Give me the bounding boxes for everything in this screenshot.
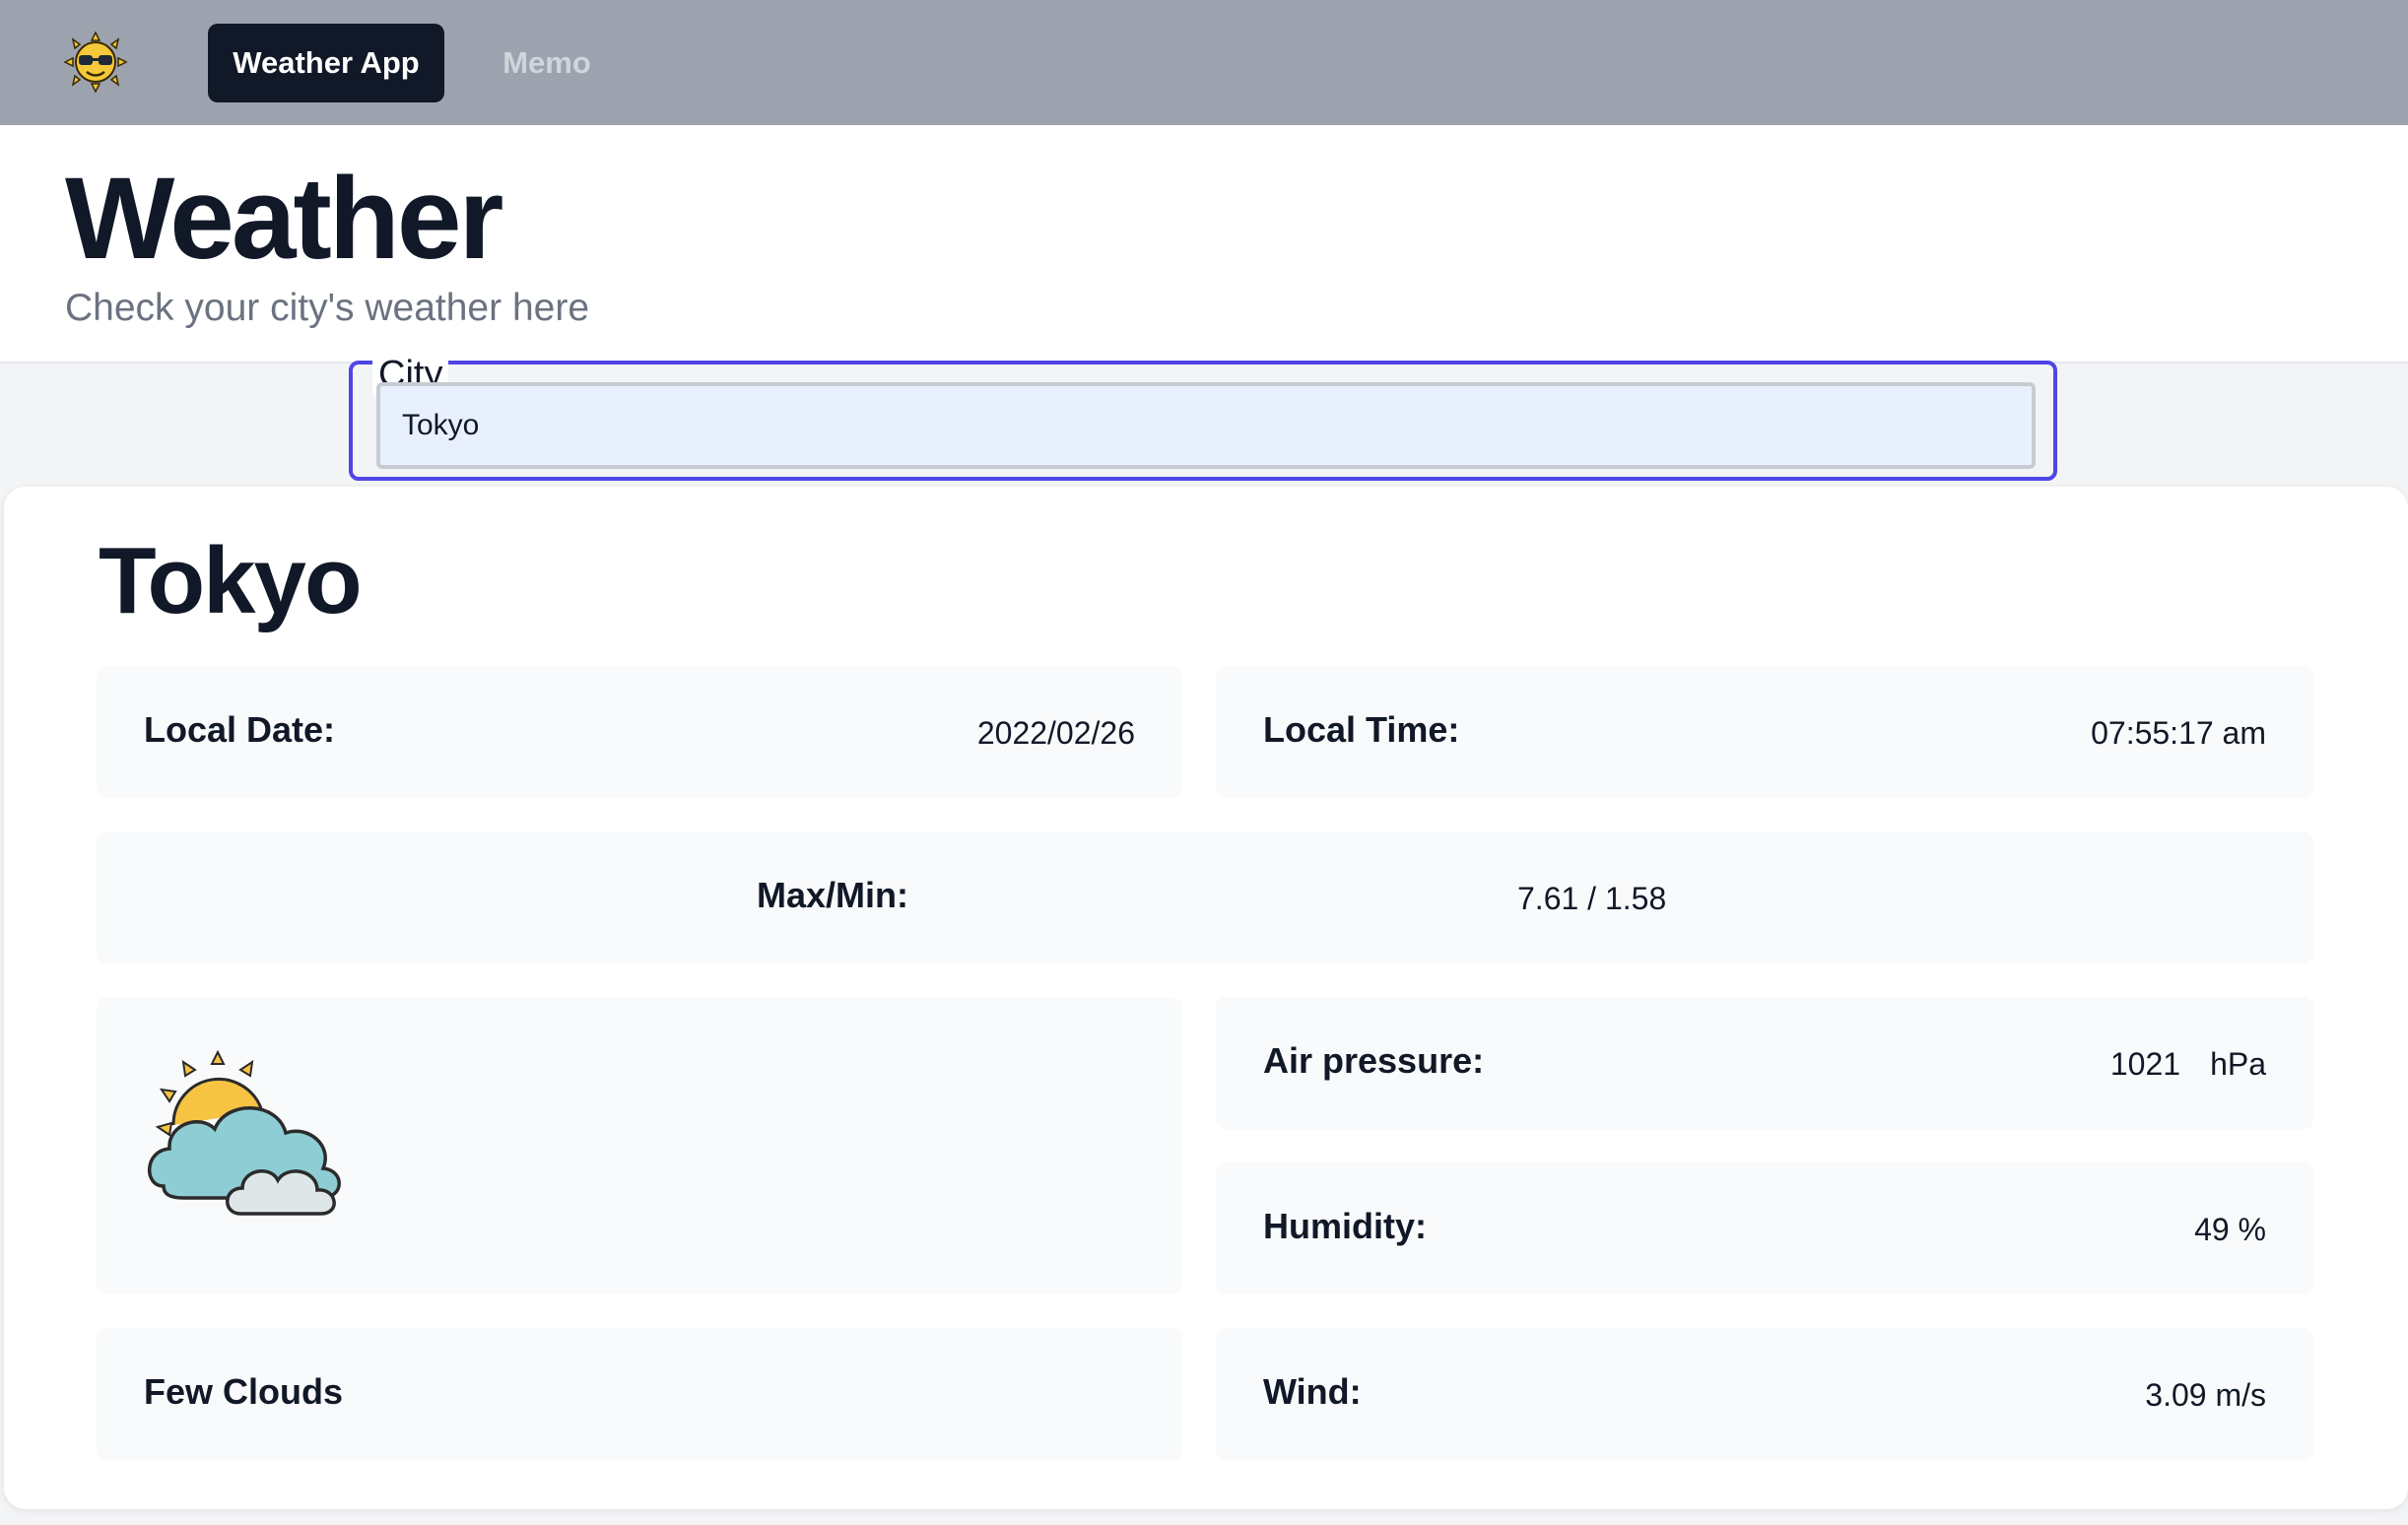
max-min-value: 7.61 / 1.58 [1517,881,1667,916]
city-name: Tokyo [99,528,363,633]
air-pressure-unit: hPa [2210,1046,2266,1082]
page-title: Weather [65,154,503,284]
local-date-tile: Local Date: 2022/02/26 [97,666,1182,798]
local-date-value: 2022/02/26 [976,715,1135,751]
weather-result-card: Tokyo Local Date: 2022/02/26 Local Time:… [4,487,2408,1509]
local-time-value: 07:55:17 am [2091,715,2266,751]
air-pressure-value: 1021 [2109,1046,2181,1082]
tab-weather-app[interactable]: Weather App [208,24,444,102]
city-input[interactable] [376,382,2036,469]
wind-label: Wind: [1263,1371,1362,1412]
wind-tile: Wind: 3.09 m/s [1216,1328,2313,1460]
tab-memo[interactable]: Memo [483,24,611,102]
max-min-label: Max/Min: [757,875,909,915]
local-time-tile: Local Time: 07:55:17 am [1216,666,2313,798]
air-pressure-tile: Air pressure: 1021 hPa [1216,997,2313,1129]
humidity-value: 49 % [2194,1212,2266,1247]
few-clouds-icon [148,1049,341,1216]
condition-tile: Few Clouds [97,1328,1182,1460]
humidity-label: Humidity: [1263,1206,1427,1246]
max-min-tile: Max/Min: 7.61 / 1.58 [97,831,2313,963]
air-pressure-label: Air pressure: [1263,1040,1485,1081]
local-time-label: Local Time: [1263,709,1460,750]
weather-icon-tile [97,997,1182,1294]
wind-value: 3.09 m/s [2145,1377,2266,1413]
page-header: Weather Check your city's weather here [0,125,2408,364]
sun-with-sunglasses-icon[interactable] [63,32,128,93]
city-search-fieldset: City [349,354,2057,481]
humidity-tile: Humidity: 49 % [1216,1162,2313,1294]
air-pressure-reading: 1021 hPa [2110,1046,2266,1083]
local-date-label: Local Date: [144,709,336,750]
weather-condition: Few Clouds [144,1371,344,1412]
page-subtitle: Check your city's weather here [65,287,590,329]
top-navbar: Weather App Memo [0,0,2408,125]
